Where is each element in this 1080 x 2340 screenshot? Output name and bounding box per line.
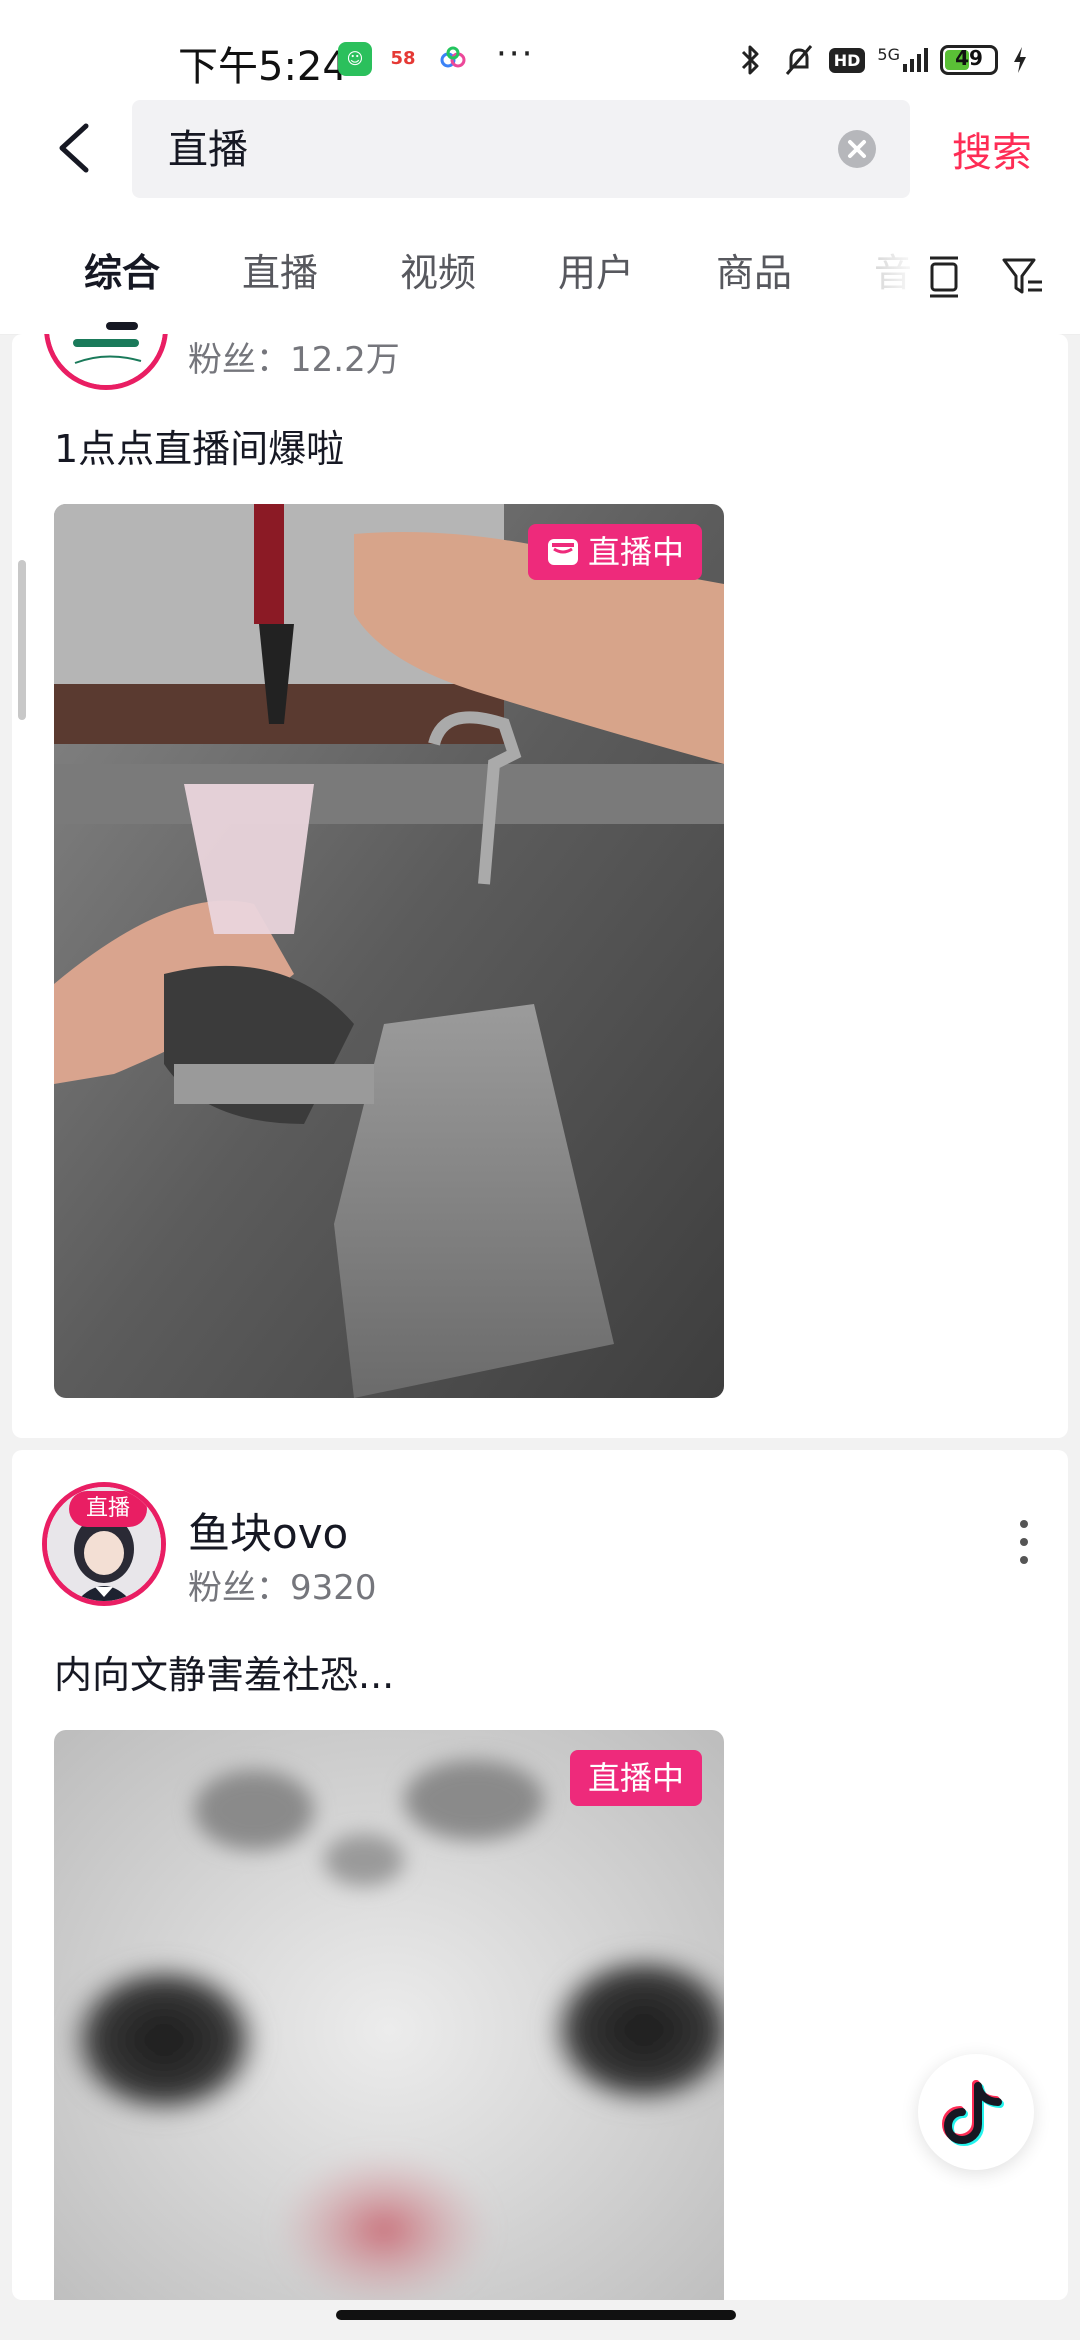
home-indicator[interactable] <box>336 2310 736 2320</box>
bell-muted-icon <box>781 42 817 78</box>
douyin-logo-icon <box>941 2080 1004 2147</box>
search-header: 搜索 <box>0 96 1080 212</box>
wechat-icon: ☺ <box>338 42 372 76</box>
search-input[interactable] <box>166 100 790 200</box>
tab-live[interactable]: 直播 <box>242 242 318 297</box>
tab-users[interactable]: 用户 <box>558 242 634 297</box>
signal-icon: 5G <box>877 45 928 72</box>
search-button[interactable]: 搜索 <box>952 120 1032 178</box>
tab-fade <box>860 212 920 334</box>
status-time: 下午5:24 <box>178 44 348 90</box>
avatar[interactable]: 直播 <box>42 1482 166 1606</box>
tab-comprehensive[interactable]: 综合 <box>84 242 160 297</box>
active-tab-indicator <box>106 322 138 330</box>
live-status-badge: 直播中 <box>569 1750 702 1806</box>
close-icon <box>848 140 866 158</box>
stream-description: 1点点直播间爆啦 <box>54 427 345 471</box>
live-store-icon <box>547 539 578 565</box>
layout-icon <box>930 256 958 298</box>
cloud-app-icon <box>436 42 470 76</box>
live-thumbnail[interactable]: 直播中 <box>54 504 724 1398</box>
filter-button[interactable] <box>998 252 1046 300</box>
live-status-text: 直播中 <box>587 1759 684 1797</box>
douyin-float-button[interactable] <box>918 2054 1034 2170</box>
battery-icon: 49 <box>940 45 998 75</box>
filter-icon <box>1002 258 1042 294</box>
avatar[interactable] <box>44 334 168 390</box>
thumbnail-image <box>54 504 724 1398</box>
charging-icon <box>1010 42 1030 78</box>
status-bar: 下午5:24 ☺ 58 ··· HD 5G 49 <box>0 0 1080 96</box>
username[interactable]: 鱼块ovo <box>188 1500 348 1561</box>
network-type: 5G <box>877 45 900 64</box>
tab-products[interactable]: 商品 <box>716 242 792 297</box>
58-app-icon: 58 <box>386 42 420 76</box>
more-options-button[interactable] <box>1014 1512 1034 1572</box>
live-result-card[interactable]: 直播 鱼块ovo 粉丝：9320 内向文静害羞社恐... 直播中 <box>12 1450 1068 2300</box>
fans-count: 粉丝：12.2万 <box>188 340 400 380</box>
layout-toggle-button[interactable] <box>920 252 968 300</box>
avatar-logo-image <box>49 334 163 385</box>
back-arrow-icon <box>59 123 89 173</box>
live-result-card[interactable]: 粉丝：12.2万 1点点直播间爆啦 直播中 <box>12 334 1068 1438</box>
back-button[interactable] <box>48 118 108 178</box>
cat-closeup-image <box>54 1730 724 2300</box>
search-tabs: 综合 直播 视频 用户 商品 音 <box>0 212 1080 335</box>
status-more-icon: ··· <box>496 34 535 74</box>
clear-search-button[interactable] <box>838 130 876 168</box>
live-thumbnail[interactable]: 直播中 <box>54 1730 724 2300</box>
avatar-live-badge: 直播 <box>69 1491 147 1527</box>
live-status-text: 直播中 <box>587 533 684 571</box>
search-box[interactable] <box>132 100 910 200</box>
tab-video[interactable]: 视频 <box>400 242 476 297</box>
fans-count: 粉丝：9320 <box>188 1568 377 1608</box>
bottom-safe-area <box>0 2300 1080 2340</box>
battery-level: 49 <box>955 46 983 70</box>
scrollbar[interactable] <box>18 560 26 720</box>
live-status-badge: 直播中 <box>527 524 702 580</box>
stream-description: 内向文静害羞社恐... <box>54 1653 395 1697</box>
hd-badge: HD <box>828 47 866 73</box>
bluetooth-icon <box>733 42 769 78</box>
more-vertical-icon <box>1020 1520 1028 1564</box>
